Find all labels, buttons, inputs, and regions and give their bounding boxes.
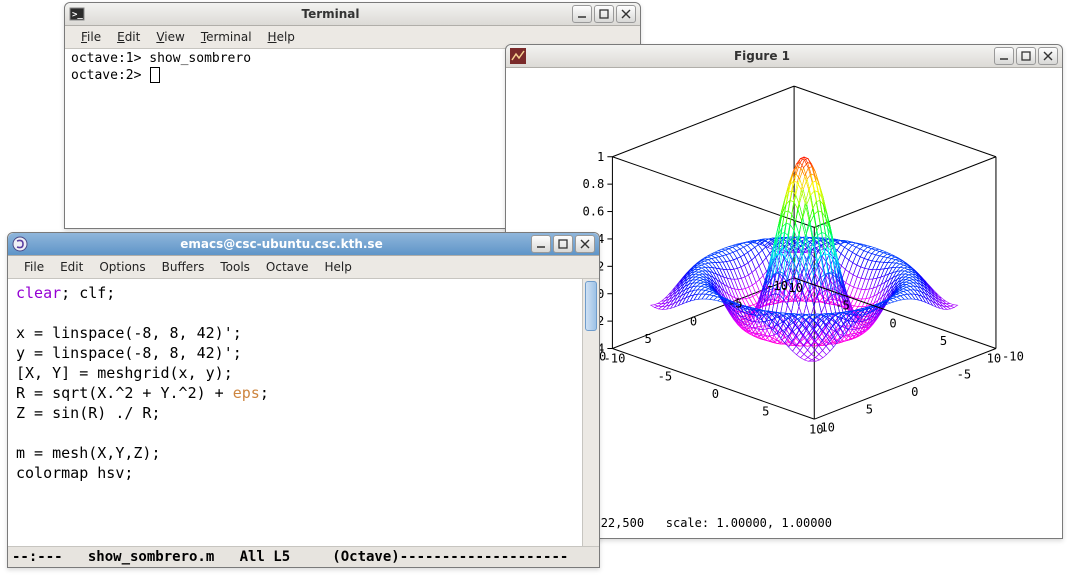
code-line: m = mesh(X,Y,Z); [16, 444, 161, 462]
close-button[interactable] [1038, 47, 1058, 65]
code-area[interactable]: clear; clf; x = linspace(-8, 8, 42)'; y … [8, 279, 582, 546]
code-line: x = linspace(-8, 8, 42)'; [16, 324, 242, 342]
svg-text:0: 0 [712, 387, 719, 401]
status-coord: 322,500 [593, 516, 644, 530]
svg-text:>_: >_ [72, 10, 83, 20]
prompt: octave:2> [71, 68, 141, 83]
code-line: colormap hsv; [16, 464, 133, 482]
svg-text:0: 0 [911, 385, 918, 399]
menu-file[interactable]: File [73, 28, 109, 46]
figure-titlebar[interactable]: Figure 1 [506, 45, 1062, 68]
prompt: octave:1> [71, 51, 141, 66]
figure-title: Figure 1 [532, 49, 992, 63]
menu-octave[interactable]: Octave [258, 258, 317, 276]
status-scale: scale: 1.00000, 1.00000 [666, 516, 832, 530]
svg-text:-5: -5 [957, 367, 972, 381]
code-line: R = sqrt(X.^2 + Y.^2) + [16, 384, 233, 402]
emacs-menubar: File Edit Options Buffers Tools Octave H… [8, 256, 599, 279]
svg-text:-5: -5 [658, 369, 673, 383]
svg-text:-10: -10 [766, 279, 788, 293]
svg-text:0.8: 0.8 [582, 177, 604, 191]
menu-help[interactable]: Help [260, 28, 303, 46]
minimize-button[interactable] [572, 5, 592, 23]
minimize-button[interactable] [531, 235, 551, 253]
menu-view[interactable]: View [148, 28, 192, 46]
gnuplot-icon [510, 48, 526, 64]
code-line: [X, Y] = meshgrid(x, y); [16, 364, 233, 382]
emacs-window: emacs@csc-ubuntu.csc.kth.se File Edit Op… [7, 232, 600, 568]
svg-text:1: 1 [597, 150, 604, 164]
svg-text:5: 5 [940, 334, 947, 348]
emacs-content: clear; clf; x = linspace(-8, 8, 42)'; y … [8, 279, 599, 546]
menu-edit[interactable]: Edit [52, 258, 91, 276]
close-button[interactable] [616, 5, 636, 23]
code-line: y = linspace(-8, 8, 42)'; [16, 344, 242, 362]
scrollbar-thumb[interactable] [585, 281, 597, 331]
close-button[interactable] [575, 235, 595, 253]
svg-text:0.6: 0.6 [582, 205, 604, 219]
maximize-button[interactable] [594, 5, 614, 23]
menu-terminal[interactable]: Terminal [193, 28, 260, 46]
maximize-button[interactable] [553, 235, 573, 253]
emacs-title: emacs@csc-ubuntu.csc.kth.se [34, 237, 529, 251]
svg-text:-5: -5 [728, 297, 743, 311]
svg-text:5: 5 [762, 405, 769, 419]
scrollbar[interactable] [582, 279, 599, 546]
cursor [150, 67, 160, 83]
kw-eps: eps [233, 384, 260, 402]
menu-file[interactable]: File [16, 258, 52, 276]
minimize-button[interactable] [994, 47, 1014, 65]
svg-text:10: 10 [820, 420, 835, 434]
terminal-cmd: show_sombrero [149, 51, 251, 66]
maximize-button[interactable] [1016, 47, 1036, 65]
svg-text:-5: -5 [835, 299, 850, 313]
menu-tools[interactable]: Tools [212, 258, 258, 276]
svg-text:0: 0 [889, 316, 896, 330]
code-line: Z = sin(R) ./ R; [16, 404, 161, 422]
terminal-title: Terminal [91, 7, 570, 21]
menu-edit[interactable]: Edit [109, 28, 148, 46]
svg-text:10: 10 [987, 352, 1002, 366]
menu-buffers[interactable]: Buffers [154, 258, 213, 276]
menu-help[interactable]: Help [317, 258, 360, 276]
svg-text:5: 5 [866, 403, 873, 417]
emacs-icon [12, 236, 28, 252]
menu-options[interactable]: Options [91, 258, 153, 276]
terminal-titlebar[interactable]: >_ Terminal [65, 3, 640, 26]
emacs-statusbar: --:--- show_sombrero.m All L5 (Octave)--… [8, 546, 599, 567]
kw-clear: clear [16, 284, 61, 302]
terminal-icon: >_ [69, 6, 85, 22]
svg-text:-10: -10 [1002, 350, 1024, 364]
svg-text:5: 5 [644, 332, 651, 346]
svg-text:0: 0 [690, 314, 697, 328]
emacs-titlebar[interactable]: emacs@csc-ubuntu.csc.kth.se [8, 233, 599, 256]
svg-text:-10: -10 [603, 352, 625, 366]
